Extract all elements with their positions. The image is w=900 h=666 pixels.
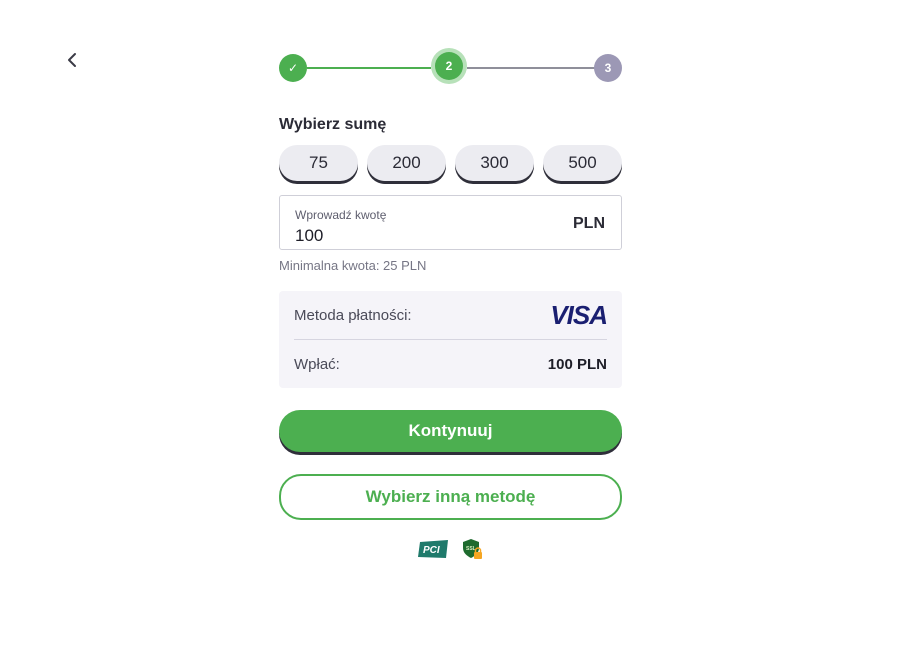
back-button[interactable] <box>62 50 82 70</box>
ssl-shield-icon: SSL <box>462 539 482 559</box>
deposit-label: Wpłać: <box>294 355 340 373</box>
amount-presets: 75 200 300 500 <box>279 145 622 181</box>
step-3-label: 3 <box>604 61 612 75</box>
amount-preset-500[interactable]: 500 <box>543 145 622 181</box>
step-3-pending: 3 <box>594 54 622 82</box>
step-2-active: 2 <box>435 52 463 80</box>
amount-title: Wybierz sumę <box>279 116 387 133</box>
continue-button[interactable]: Kontynuuj <box>279 410 622 452</box>
stepper-line-done <box>307 67 431 69</box>
amount-input-label: Wprowadź kwotę <box>295 208 387 222</box>
svg-text:SSL: SSL <box>466 546 476 552</box>
step-1-done: ✓ <box>279 54 307 82</box>
amount-preset-300[interactable]: 300 <box>455 145 534 181</box>
chevron-left-icon <box>68 53 76 67</box>
amount-input-field[interactable]: Wprowadź kwotę 100 PLN <box>279 195 622 250</box>
amount-input-value[interactable]: 100 <box>295 226 323 246</box>
choose-other-method-button[interactable]: Wybierz inną metodę <box>279 474 622 520</box>
security-badges: PCI SSL <box>279 538 622 560</box>
svg-text:PCI: PCI <box>423 545 440 556</box>
payment-summary: Metoda płatności: VISA Wpłać: 100 PLN <box>279 291 622 388</box>
step-2-label: 2 <box>445 59 453 73</box>
amount-currency: PLN <box>573 215 605 232</box>
pci-badge-icon: PCI <box>417 540 448 558</box>
deposit-panel: ✓ 2 3 Wybierz sumę 75 200 300 500 Wprowa… <box>279 48 622 560</box>
check-icon: ✓ <box>287 61 299 75</box>
stepper: ✓ 2 3 <box>279 48 622 88</box>
stepper-line-pending <box>467 67 595 69</box>
payment-method-label: Metoda płatności: <box>294 306 412 324</box>
minimum-amount-note: Minimalna kwota: 25 PLN <box>279 258 427 273</box>
amount-preset-200[interactable]: 200 <box>367 145 446 181</box>
deposit-row: Wpłać: 100 PLN <box>294 340 607 388</box>
visa-logo: VISA <box>550 299 608 330</box>
payment-method-row: Metoda płatności: VISA <box>294 291 608 340</box>
amount-preset-75[interactable]: 75 <box>279 145 358 181</box>
deposit-value: 100 PLN <box>547 355 607 373</box>
